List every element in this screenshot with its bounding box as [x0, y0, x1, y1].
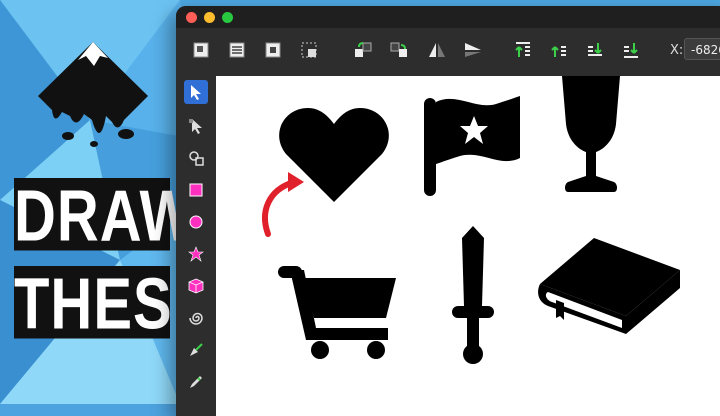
rotate-ccw-icon[interactable] — [352, 39, 374, 61]
title-bar — [176, 6, 720, 28]
rotate-cw-icon[interactable] — [388, 39, 410, 61]
lower-icon[interactable] — [584, 39, 606, 61]
headline-line-2: THESE — [14, 263, 213, 345]
commands-toolbar: X: -6826 — [176, 28, 720, 76]
close-window-button[interactable] — [186, 12, 197, 23]
raise-to-top-icon[interactable] — [512, 39, 534, 61]
red-arrow-icon — [262, 172, 304, 237]
node-icon[interactable] — [184, 114, 208, 138]
select-all-icon[interactable] — [190, 39, 212, 61]
app-window: X: -6826 — [176, 6, 720, 416]
spiral-icon[interactable] — [184, 306, 208, 330]
headline-line-1: DRAW — [14, 175, 196, 257]
zoom-window-button[interactable] — [222, 12, 233, 23]
flag-icon[interactable] — [420, 94, 524, 198]
tools-sidebar — [176, 76, 216, 416]
3d-box-icon[interactable] — [184, 274, 208, 298]
deselect-icon[interactable] — [262, 39, 284, 61]
lower-to-bottom-icon[interactable] — [620, 39, 642, 61]
circle-icon[interactable] — [184, 210, 208, 234]
x-coordinate-input[interactable]: -6826 — [684, 38, 720, 60]
goblet-icon[interactable] — [558, 76, 624, 198]
raise-icon[interactable] — [548, 39, 570, 61]
star-icon[interactable] — [184, 242, 208, 266]
pencil-icon[interactable] — [184, 370, 208, 394]
select-same-icon[interactable] — [298, 39, 320, 61]
flip-vertical-icon[interactable] — [462, 39, 484, 61]
minimize-window-button[interactable] — [204, 12, 215, 23]
sword-icon[interactable] — [452, 226, 494, 366]
pen-icon[interactable] — [184, 338, 208, 362]
flip-horizontal-icon[interactable] — [426, 39, 448, 61]
rectangle-icon[interactable] — [184, 178, 208, 202]
tweak-icon[interactable] — [184, 146, 208, 170]
x-coordinate-label: X: — [670, 43, 684, 58]
shopping-cart-icon[interactable] — [276, 264, 402, 360]
book-icon[interactable] — [534, 236, 684, 342]
drawing-canvas[interactable] — [216, 76, 720, 416]
selector-icon[interactable] — [184, 80, 208, 104]
inkscape-logo — [38, 42, 148, 147]
select-all-layers-icon[interactable] — [226, 39, 248, 61]
